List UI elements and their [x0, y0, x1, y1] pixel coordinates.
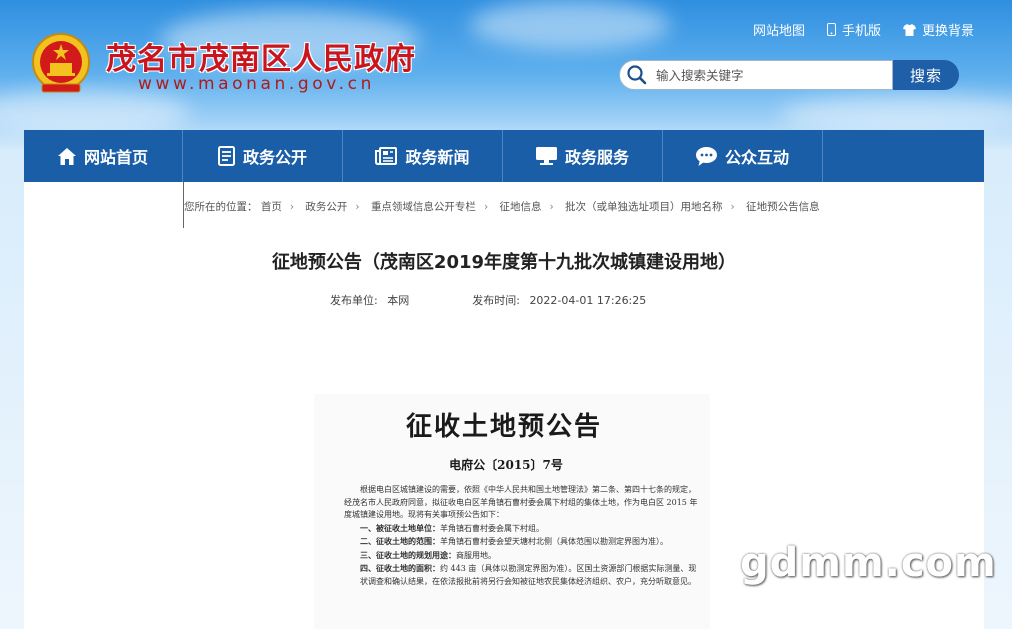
- document-title: 征收土地预公告: [405, 412, 602, 442]
- nav-item-home[interactable]: 网站首页: [24, 130, 183, 182]
- article-title: 征地预公告（茂南区2019年度第十九批次城镇建设用地）: [271, 252, 737, 273]
- document-icon: [217, 146, 235, 166]
- breadcrumb-link[interactable]: 重点领域信息公开专栏: [371, 201, 476, 213]
- document-paragraph: 根据电白区城镇建设的需要，依照《中华人民共和国土地管理法》第二条、第四十七条的规…: [344, 485, 698, 519]
- document-number: 电府公〔2015〕7号: [449, 458, 563, 472]
- watermark: gdmm.com: [740, 540, 997, 586]
- newspaper-icon: [375, 147, 398, 165]
- document-item: 一、被征收土地单位：羊角镇石曹村委会属下村组。: [360, 522, 544, 533]
- nav-item-news[interactable]: 政务新闻: [343, 130, 503, 182]
- search-bar: 搜索: [619, 60, 959, 90]
- search-input[interactable]: [654, 66, 878, 84]
- home-icon: [57, 147, 76, 165]
- document-item: 三、征收土地的规划用途：商服用地。: [360, 549, 496, 560]
- top-links: 网站地图 手机版 更换背景: [753, 20, 974, 39]
- breadcrumb: 您所在的位置： 首页 › 政务公开 › 重点领域信息公开专栏 › 征地信息 › 批次（或…: [184, 201, 820, 213]
- breadcrumb-link[interactable]: 批次（或单独选址项目）用地名称: [565, 201, 723, 213]
- search-icon: [627, 65, 647, 85]
- breadcrumb-link[interactable]: 政务公开: [305, 201, 347, 213]
- publish-time-value: 2022-04-01 17:26:25: [529, 294, 647, 307]
- site-title: 茂名市茂南区人民政府: [106, 42, 416, 77]
- nav-item-interaction[interactable]: 公众互动: [663, 130, 823, 182]
- mobile-version-link[interactable]: 手机版: [826, 20, 881, 39]
- site-map-link[interactable]: 网站地图: [753, 20, 805, 39]
- publisher-label: 发布单位:: [330, 294, 378, 307]
- breadcrumb-link[interactable]: 征地预公告信息: [746, 201, 820, 213]
- phone-icon: [826, 23, 836, 36]
- main-nav: 网站首页 政务公开 政务新闻 政务服务 公众互动: [24, 130, 984, 182]
- article-meta: 发布单位: 本网 发布时间: 2022-04-01 17:26:25: [330, 292, 652, 308]
- document-item: 四、征收土地的面积：约 443 亩（具体以勘测定界图为准）。区国土资源部门根据实…: [360, 563, 697, 586]
- search-box: [619, 60, 893, 90]
- change-background-link[interactable]: 更换背景: [902, 20, 974, 39]
- site-url: www.maonan.gov.cn: [138, 74, 375, 94]
- scanned-document-image: 征收土地预公告 电府公〔2015〕7号 根据电白区城镇建设的需要，依照《中华人民…: [314, 394, 710, 629]
- publisher-value: 本网: [387, 294, 410, 307]
- nav-item-gov-affairs[interactable]: 政务公开: [183, 130, 343, 182]
- breadcrumb-link[interactable]: 首页: [261, 201, 282, 213]
- shirt-icon: [902, 23, 916, 36]
- monitor-icon: [535, 147, 557, 165]
- document-item: 二、征收土地的范围：羊角镇石曹村委会望天塘村北侧（具体范围以勘测定界图为准）。: [360, 536, 668, 546]
- publish-time-label: 发布时间:: [472, 294, 520, 307]
- chat-icon: [695, 146, 717, 166]
- breadcrumb-link[interactable]: 征地信息: [499, 201, 541, 213]
- nav-item-services[interactable]: 政务服务: [503, 130, 663, 182]
- document-body: 根据电白区城镇建设的需要，依照《中华人民共和国土地管理法》第二条、第四十七条的规…: [344, 484, 700, 588]
- national-emblem-icon: [30, 32, 92, 96]
- search-button[interactable]: 搜索: [893, 60, 959, 90]
